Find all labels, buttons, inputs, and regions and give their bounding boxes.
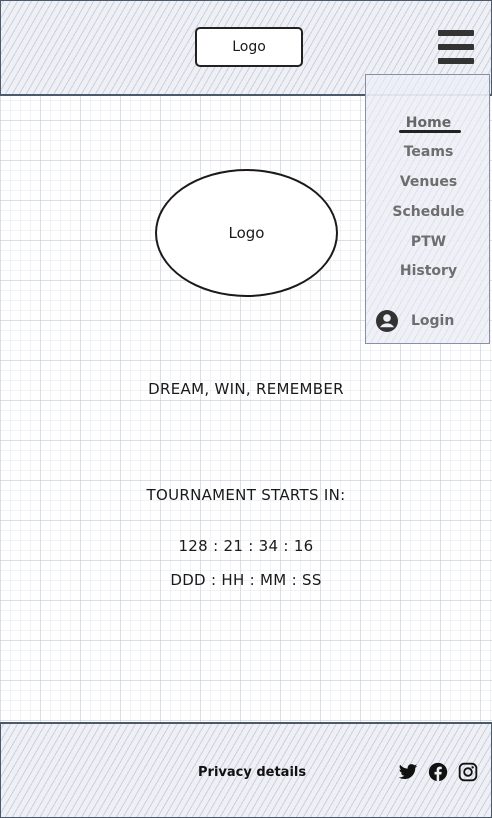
main-logo: Logo [155, 169, 338, 297]
privacy-details-link[interactable]: Privacy details [198, 765, 306, 780]
countdown-heading: TOURNAMENT STARTS IN: [146, 486, 346, 504]
countdown-value: 128 : 21 : 34 : 16 [178, 537, 314, 555]
nav-item-venues[interactable]: Venues [366, 174, 491, 190]
login-label: Login [411, 313, 455, 329]
login-button[interactable]: Login [375, 308, 454, 334]
account-circle-icon [376, 310, 398, 332]
nav-item-schedule[interactable]: Schedule [366, 204, 491, 220]
header-logo[interactable]: Logo [195, 27, 303, 67]
nav-item-home[interactable]: Home [366, 115, 491, 131]
nav-item-history[interactable]: History [366, 263, 491, 279]
nav-item-ptw[interactable]: PTW [366, 234, 491, 250]
twitter-icon[interactable] [398, 762, 418, 782]
tagline: DREAM, WIN, REMEMBER [148, 380, 344, 398]
site-footer: Privacy details [0, 722, 492, 818]
active-nav-underline [399, 130, 461, 133]
facebook-icon[interactable] [428, 762, 448, 782]
hamburger-menu-icon[interactable] [438, 30, 474, 66]
countdown-format: DDD : HH : MM : SS [170, 571, 322, 589]
instagram-icon[interactable] [458, 762, 478, 782]
nav-item-teams[interactable]: Teams [366, 144, 491, 160]
nav-dropdown-menu: Home Teams Venues Schedule PTW History L… [365, 74, 490, 344]
